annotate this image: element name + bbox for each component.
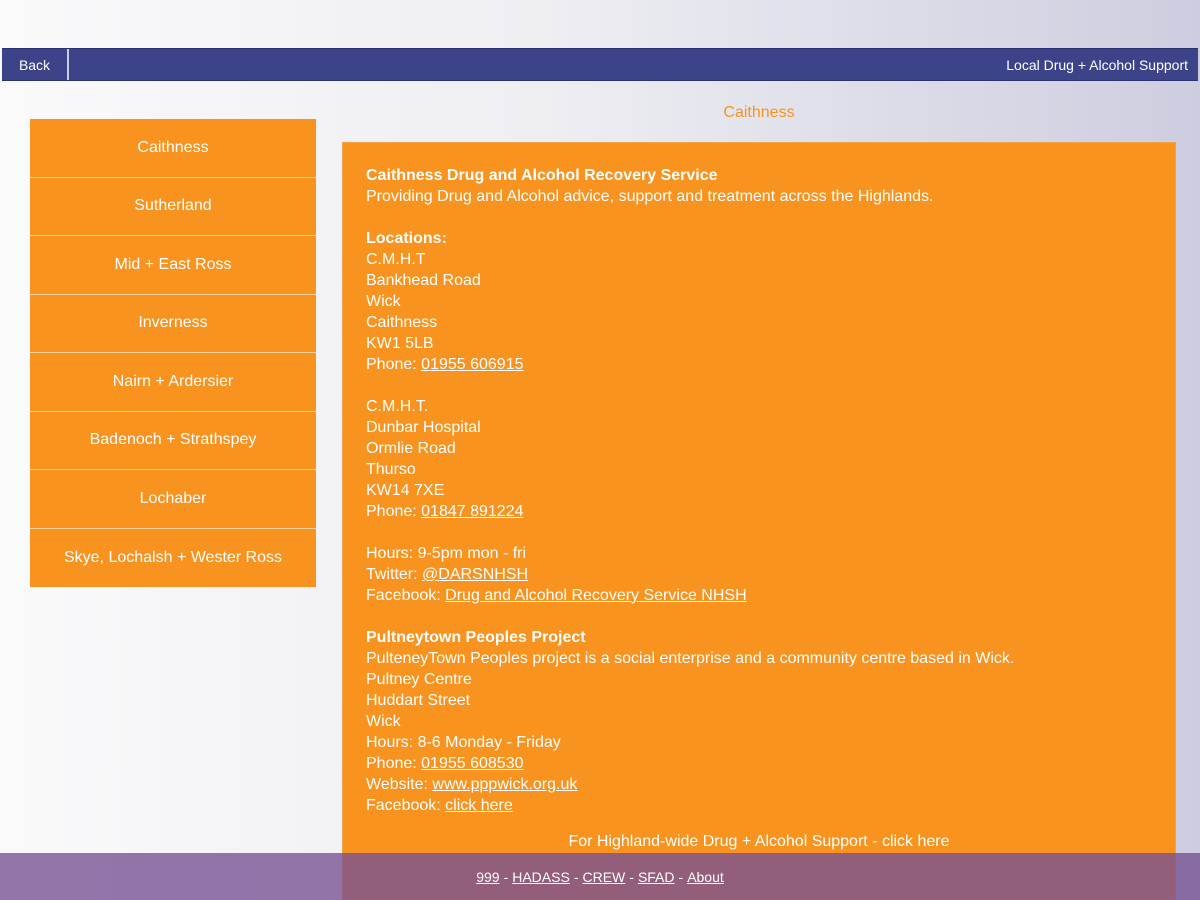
service-name: Pultneytown Peoples Project (366, 629, 586, 646)
footer-link-999[interactable]: 999 (476, 869, 499, 885)
website-link[interactable]: www.pppwick.org.uk (432, 776, 577, 793)
phone-link[interactable]: 01955 608530 (421, 755, 523, 772)
address-line: Ormlie Road (366, 440, 456, 457)
top-nav-bar: Back Local Drug + Alcohol Support (2, 48, 1198, 81)
address-line: Wick (366, 293, 401, 310)
address-line: KW14 7XE (366, 482, 445, 499)
twitter-label: Twitter: (366, 566, 423, 583)
footer-separator: - (629, 868, 634, 885)
sidebar-item-lochaber[interactable]: Lochaber (30, 470, 316, 529)
facebook-line: Facebook: click here (366, 795, 1152, 816)
facebook-line: Facebook: Drug and Alcohol Recovery Serv… (366, 585, 1152, 606)
facebook-link[interactable]: Drug and Alcohol Recovery Service NHSH (445, 587, 746, 604)
region-sidebar: Caithness Sutherland Mid + East Ross Inv… (30, 119, 316, 587)
footer-link-hadass[interactable]: HADASS (512, 869, 570, 885)
address-line: Bankhead Road (366, 272, 481, 289)
phone-line: Phone: 01955 608530 (366, 753, 1152, 774)
locations-heading: Locations: (366, 230, 447, 247)
footer-link-about[interactable]: About (687, 869, 724, 885)
footer-bar: 999 - HADASS - CREW - SFAD - About (0, 853, 1200, 900)
service-name: Caithness Drug and Alcohol Recovery Serv… (366, 167, 718, 184)
address-line: Huddart Street (366, 692, 471, 709)
footer-link-sfad[interactable]: SFAD (638, 869, 675, 885)
footer-separator: - (678, 868, 684, 885)
website-line: Website: www.pppwick.org.uk (366, 774, 1152, 795)
phone-line: Phone: 01847 891224 (366, 501, 1152, 522)
sidebar-item-caithness[interactable]: Caithness (30, 119, 316, 178)
address-line: KW1 5LB (366, 335, 434, 352)
address-line: Dunbar Hospital (366, 419, 481, 436)
hours-text: Hours: 9-5pm mon - fri (366, 545, 527, 562)
facebook-link[interactable]: click here (445, 797, 513, 814)
address-line: Wick (366, 713, 401, 730)
twitter-link[interactable]: @DARSNHSH (422, 566, 528, 583)
twitter-line: Twitter: @DARSNHSH (366, 564, 1152, 585)
address-line: Pultney Centre (366, 671, 472, 688)
sidebar-item-mid-east-ross[interactable]: Mid + East Ross (30, 236, 316, 295)
service-description: Providing Drug and Alcohol advice, suppo… (366, 188, 934, 205)
address-line: Caithness (366, 314, 438, 331)
phone-link[interactable]: 01847 891224 (421, 503, 523, 520)
page-title: Local Drug + Alcohol Support (1006, 56, 1188, 73)
sidebar-item-nairn-ardersier[interactable]: Nairn + Ardersier (30, 353, 316, 412)
highland-support-link[interactable]: For Highland-wide Drug + Alcohol Support… (366, 831, 1152, 852)
sidebar-item-inverness[interactable]: Inverness (30, 294, 316, 353)
phone-link[interactable]: 01955 606915 (421, 356, 523, 373)
sidebar-item-badenoch-strathspey[interactable]: Badenoch + Strathspey (30, 411, 316, 470)
service-description: PulteneyTown Peoples project is a social… (366, 650, 1015, 667)
address-line: C.M.H.T (366, 251, 426, 268)
phone-label: Phone: (366, 755, 422, 772)
footer-separator: - (503, 868, 509, 885)
phone-line: Phone: 01955 606915 (366, 354, 1152, 375)
area-title: Caithness (723, 104, 795, 121)
sidebar-item-skye-lochalsh-wester-ross[interactable]: Skye, Lochalsh + Wester Ross (30, 528, 316, 587)
hours-text: Hours: 8-6 Monday - Friday (366, 734, 561, 751)
back-button[interactable]: Back (2, 49, 69, 80)
address-line: Thurso (366, 461, 416, 478)
phone-label: Phone: (366, 503, 422, 520)
facebook-label: Facebook: (366, 797, 446, 814)
service-details-panel: Caithness Drug and Alcohol Recovery Serv… (342, 142, 1176, 900)
address-line: C.M.H.T. (366, 398, 429, 415)
footer-separator: - (573, 868, 579, 885)
footer-link-crew[interactable]: CREW (582, 869, 625, 885)
phone-label: Phone: (366, 356, 422, 373)
website-label: Website: (366, 776, 433, 793)
facebook-label: Facebook: (366, 587, 446, 604)
sidebar-item-sutherland[interactable]: Sutherland (30, 177, 316, 236)
